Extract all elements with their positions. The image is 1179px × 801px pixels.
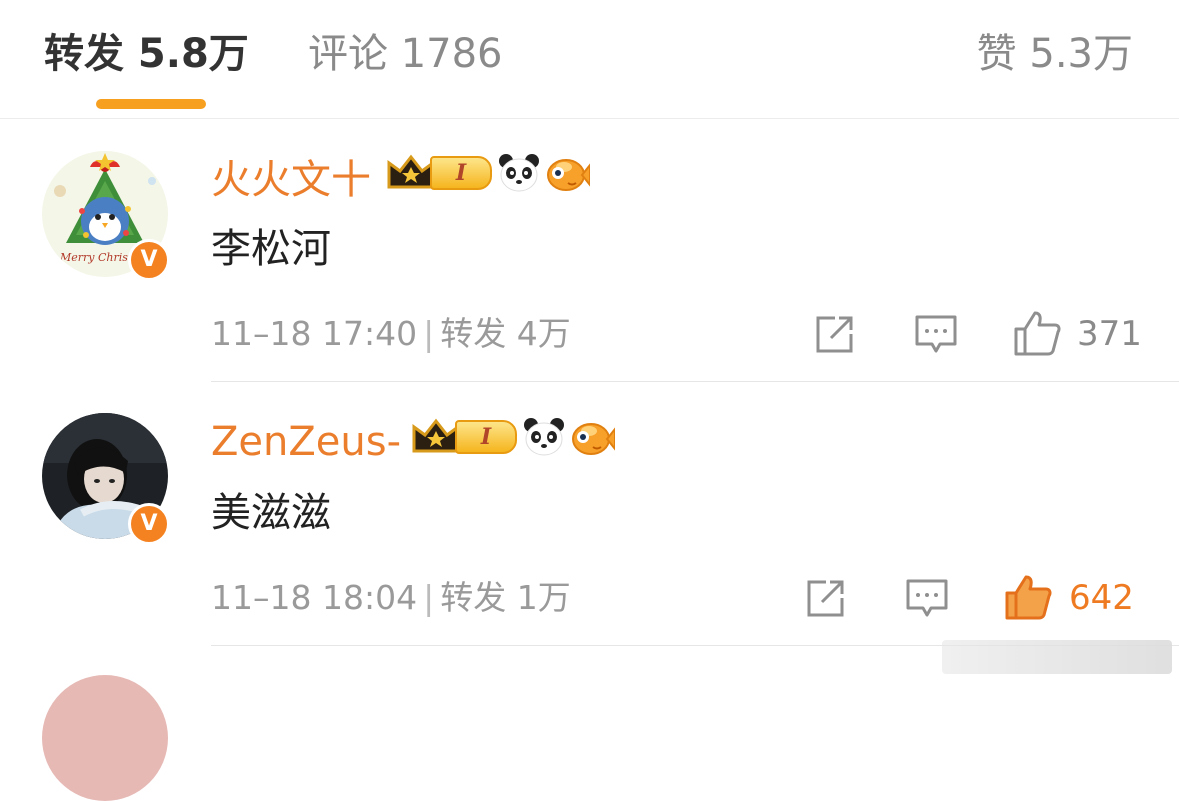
crown-icon	[387, 154, 435, 189]
member-level-badge[interactable]: I	[386, 153, 492, 193]
like-count: 371	[1077, 314, 1142, 354]
level-label: I	[430, 156, 492, 190]
user-badges: I	[411, 417, 615, 457]
thumbs-up-icon[interactable]	[1013, 309, 1061, 357]
timestamp: 11–18 17:40	[211, 314, 418, 353]
comment-username[interactable]: 火火文十	[211, 155, 371, 205]
fish-icon	[572, 423, 615, 455]
tab-likes[interactable]: 赞 5.3万	[977, 28, 1133, 80]
like-count: 642	[1069, 578, 1134, 618]
user-badges: I	[386, 153, 590, 193]
comment-icon[interactable]	[914, 314, 958, 356]
verified-badge-icon: V	[128, 239, 170, 281]
panda-icon	[499, 154, 539, 192]
meta-separator: |	[423, 314, 435, 353]
share-icon[interactable]	[804, 578, 846, 620]
meta-separator: |	[423, 578, 435, 617]
repost-count: 转发 1万	[440, 578, 571, 617]
comment-item: V ZenZeus- I 美滋滋 11–18 18:04 | 转发 1万 642	[0, 383, 1179, 647]
comment-username[interactable]: ZenZeus-	[211, 417, 401, 467]
timestamp: 11–18 18:04	[211, 578, 418, 617]
tab-reposts[interactable]: 转发 5.8万	[44, 28, 249, 80]
comment-icon[interactable]	[905, 578, 949, 620]
comment-text: 美滋滋	[211, 490, 331, 536]
watermark-overlay	[942, 640, 1172, 674]
comment-text: 李松河	[211, 226, 331, 272]
active-tab-indicator	[96, 99, 206, 109]
fish-icon	[547, 159, 590, 191]
share-icon[interactable]	[813, 314, 855, 356]
comment-meta: 11–18 17:40 | 转发 4万	[211, 312, 571, 356]
thumbs-up-icon[interactable]	[1004, 573, 1054, 621]
panda-icon	[524, 418, 564, 456]
tab-bar: 转发 5.8万 评论 1786 赞 5.3万	[0, 0, 1179, 119]
comment-meta: 11–18 18:04 | 转发 1万	[211, 576, 571, 620]
comment-divider	[211, 381, 1179, 382]
level-label: I	[455, 420, 517, 454]
verified-badge-icon: V	[128, 503, 170, 545]
avatar[interactable]	[42, 675, 168, 801]
comment-item: Merry Christmas V 火火文十 I 李松河 11–18 17:40…	[0, 119, 1179, 383]
member-level-badge[interactable]: I	[411, 417, 517, 457]
crown-icon	[412, 418, 460, 453]
repost-count: 转发 4万	[440, 314, 571, 353]
tab-comments[interactable]: 评论 1786	[308, 28, 503, 80]
